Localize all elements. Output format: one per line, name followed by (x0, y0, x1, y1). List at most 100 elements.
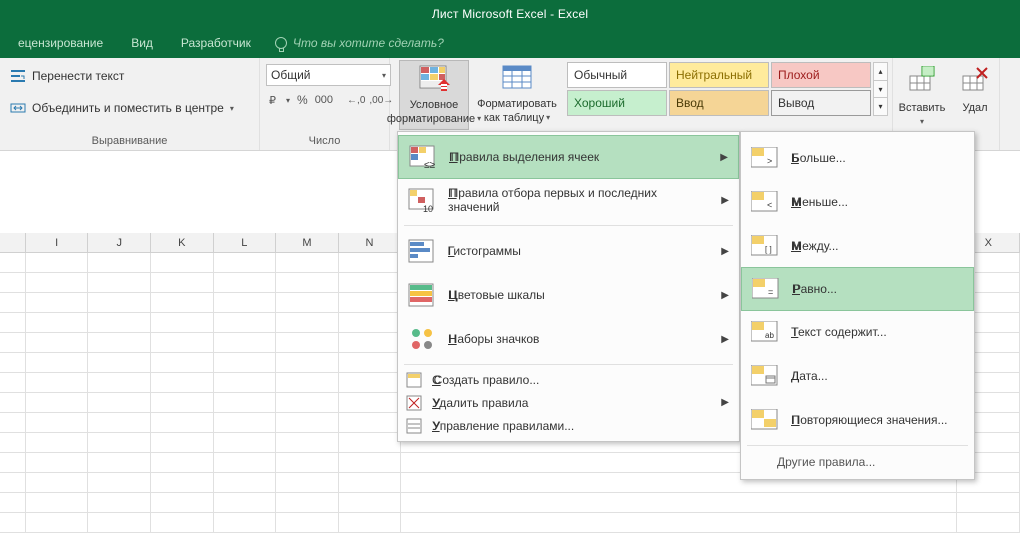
menu-manage-rules[interactable]: УУправление правилами... (398, 414, 739, 437)
cond-label2: форматирование (387, 113, 475, 125)
svg-text:₽: ₽ (269, 95, 276, 107)
between-icon: [ ] (751, 235, 779, 257)
menu-clear-rules[interactable]: УУдалить правила ▶ (398, 391, 739, 414)
group-number-label: Число (266, 135, 383, 150)
insert-cells-icon (906, 66, 938, 98)
submenu-greater-label: Больше... (792, 151, 846, 165)
submenu-arrow-icon: ▶ (721, 246, 729, 257)
col-header[interactable]: K (151, 233, 214, 252)
ribbon-tabs: ецензирование Вид Разработчик Что вы хот… (0, 28, 1020, 58)
submenu-between[interactable]: [ ] ММежду... (741, 224, 974, 268)
conditional-formatting-icon (418, 63, 450, 95)
tab-view[interactable]: Вид (117, 28, 167, 58)
style-output[interactable]: Вывод (771, 90, 871, 116)
submenu-arrow-icon: ▶ (721, 195, 729, 206)
menu-manage-label: Управление правилами... (433, 419, 575, 433)
submenu-date-occurring[interactable]: ДДата... (741, 354, 974, 398)
col-header[interactable]: I (26, 233, 89, 252)
submenu-between-label: Между... (792, 239, 839, 253)
highlight-rules-icon: ≤≥ (409, 143, 437, 171)
svg-text:≤≥: ≤≥ (424, 160, 435, 171)
wrap-text-button[interactable]: Перенести текст (6, 64, 128, 88)
menu-new-rule[interactable]: ССоздать правило... (398, 368, 739, 391)
number-format-select[interactable]: Общий ▾ (266, 64, 391, 86)
submenu-more-rules[interactable]: Другие правила... (741, 449, 974, 475)
menu-top-bottom-rules[interactable]: 10 ППравила отбора первых и последних зн… (398, 178, 739, 222)
cell-styles-gallery[interactable]: Обычный Нейтральный Плохой Хороший Ввод … (567, 62, 871, 116)
format-as-table-icon (501, 62, 533, 94)
submenu-duplicate-label: Повторяющиеся значения... (792, 413, 948, 427)
wrap-text-label: Перенести текст (32, 69, 124, 83)
increase-decimal-button[interactable]: ←,0 (347, 95, 365, 106)
rowcol-corner[interactable] (0, 233, 26, 252)
delete-cells-icon (959, 66, 991, 98)
svg-text:ab: ab (765, 331, 774, 340)
conditional-formatting-menu: ≤≥ ППравила выделения ячеек ▶ 10 ППравил… (397, 131, 740, 442)
color-scales-icon (408, 281, 436, 309)
title-bar: Лист Microsoft Excel - Excel (0, 0, 1020, 28)
submenu-arrow-icon: ▶ (721, 397, 729, 408)
svg-text:>: > (767, 156, 772, 166)
text-contains-icon: ab (751, 321, 779, 343)
style-bad[interactable]: Плохой (771, 62, 871, 88)
gallery-up-icon[interactable]: ▴ (874, 63, 887, 81)
chevron-down-icon: ▾ (382, 71, 386, 80)
submenu-less-label: Меньше... (792, 195, 848, 209)
chevron-down-icon: ▾ (920, 116, 924, 128)
merge-center-button[interactable]: Объединить и поместить в центре ▾ (6, 96, 238, 120)
date-icon (751, 365, 779, 387)
greater-than-icon: > (751, 147, 779, 169)
menu-toprules-label: Правила отбора первых и последних значен… (448, 186, 657, 214)
delete-cells-button[interactable]: Удал (955, 64, 995, 134)
gallery-down-icon[interactable]: ▾ (874, 81, 887, 99)
gallery-scroll[interactable]: ▴ ▾ ▾ (873, 62, 888, 116)
fmt-table-label2: как таблицу (484, 112, 544, 124)
submenu-greater-than[interactable]: > ББольше... (741, 136, 974, 180)
col-header[interactable]: N (339, 233, 402, 252)
submenu-more-label: Другие правила... (777, 455, 875, 469)
clear-rules-icon (406, 395, 422, 411)
col-header[interactable]: L (214, 233, 277, 252)
conditional-formatting-button[interactable]: Условное форматирование▾ (399, 60, 469, 130)
svg-text:=: = (768, 287, 773, 297)
menu-clear-label: Удалить правила (433, 396, 529, 410)
group-alignment-label: Выравнивание (6, 135, 253, 150)
style-good[interactable]: Хороший (567, 90, 667, 116)
manage-rules-icon (406, 418, 422, 434)
submenu-date-label: Дата... (791, 369, 828, 383)
submenu-duplicate-values[interactable]: ППовторяющиеся значения... (741, 398, 974, 442)
menu-highlight-label: Правила выделения ячеек (451, 150, 600, 164)
col-header[interactable]: M (276, 233, 339, 252)
data-bars-icon (408, 237, 436, 265)
insert-cells-button[interactable]: Вставить ▾ (897, 64, 947, 134)
highlight-rules-submenu: > ББольше... < ММеньше... [ ] ММежду... … (740, 131, 975, 480)
cond-label1: Условное (410, 99, 459, 111)
menu-colorscales-label: Цветовые шкалы (449, 288, 545, 302)
tab-review[interactable]: ецензирование (4, 28, 117, 58)
percent-button[interactable]: % (294, 93, 311, 107)
menu-highlight-rules[interactable]: ≤≥ ППравила выделения ячеек ▶ (398, 135, 739, 179)
col-header[interactable]: J (88, 233, 151, 252)
submenu-text-contains[interactable]: ab ТТекст содержит... (741, 310, 974, 354)
submenu-equal-to[interactable]: = РРавно... (741, 267, 974, 311)
thousands-button[interactable]: 000 (315, 94, 333, 106)
delete-label: Удал (962, 102, 987, 114)
chevron-down-icon: ▾ (286, 96, 290, 105)
submenu-arrow-icon: ▶ (721, 334, 729, 345)
menu-databars-label: Гистограммы (448, 244, 521, 258)
tell-me-search[interactable]: Что вы хотите сделать? (265, 36, 444, 50)
svg-text:10: 10 (423, 204, 433, 214)
submenu-textcontains-label: Текст содержит... (791, 325, 886, 339)
format-as-table-button[interactable]: Форматировать как таблицу▾ (473, 60, 561, 130)
menu-icon-sets[interactable]: ННаборы значков ▶ (398, 317, 739, 361)
style-normal[interactable]: Обычный (567, 62, 667, 88)
gallery-more-icon[interactable]: ▾ (874, 98, 887, 115)
style-neutral[interactable]: Нейтральный (669, 62, 769, 88)
menu-color-scales[interactable]: ЦЦветовые шкалы ▶ (398, 273, 739, 317)
menu-data-bars[interactable]: ГГистограммы ▶ (398, 229, 739, 273)
submenu-less-than[interactable]: < ММеньше... (741, 180, 974, 224)
currency-button[interactable]: ₽ (266, 92, 282, 108)
style-input[interactable]: Ввод (669, 90, 769, 116)
chevron-down-icon: ▾ (546, 112, 550, 124)
tab-developer[interactable]: Разработчик (167, 28, 265, 58)
